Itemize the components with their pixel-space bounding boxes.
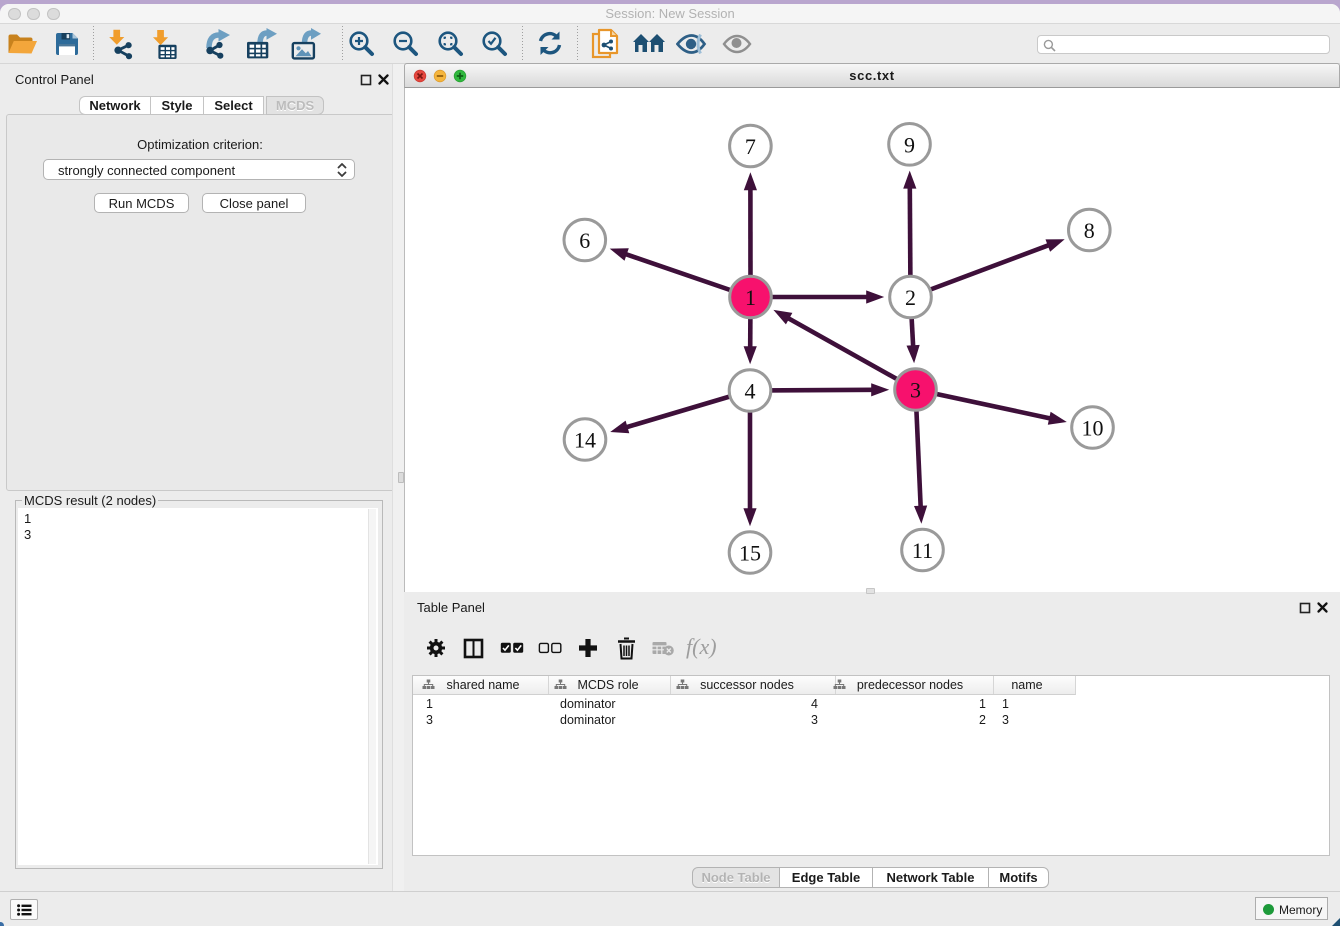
svg-text:2: 2 — [905, 285, 916, 310]
svg-text:7: 7 — [745, 134, 756, 159]
svg-text:1: 1 — [745, 285, 756, 310]
svg-text:4: 4 — [745, 379, 756, 404]
svg-text:6: 6 — [579, 228, 590, 253]
svg-text:10: 10 — [1082, 416, 1104, 441]
svg-text:15: 15 — [739, 541, 761, 566]
svg-text:14: 14 — [574, 428, 596, 453]
svg-text:9: 9 — [904, 132, 915, 157]
svg-text:3: 3 — [910, 378, 921, 403]
svg-text:8: 8 — [1084, 218, 1095, 243]
svg-text:11: 11 — [912, 538, 933, 563]
